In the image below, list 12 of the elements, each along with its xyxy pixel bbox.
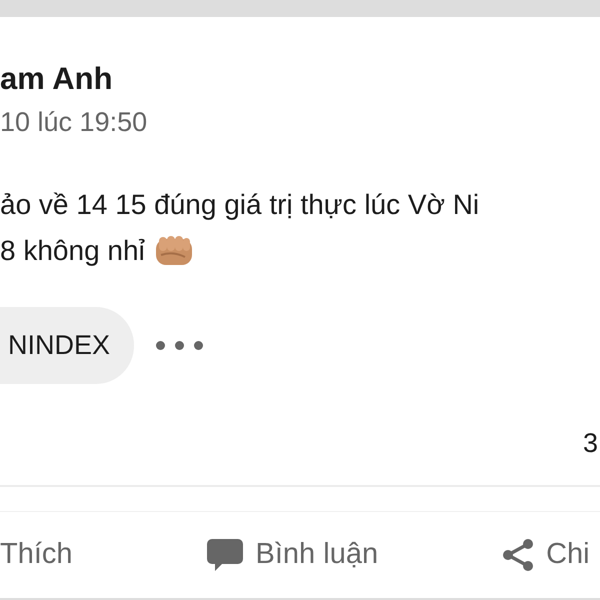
reaction-count: 3 — [582, 427, 598, 459]
comment-icon — [206, 538, 244, 572]
share-icon — [502, 538, 534, 572]
share-button[interactable]: Chi — [502, 533, 590, 577]
author-name: am Anh — [0, 61, 113, 97]
comment-button[interactable]: Bình luận — [206, 533, 378, 577]
more-icon[interactable] — [156, 341, 204, 350]
hashtag-chip[interactable]: NINDEX — [0, 307, 134, 384]
post-text-line: ảo về 14 15 đúng giá trị thực lúc Vờ Ni — [0, 188, 480, 222]
like-button[interactable]: Thích — [0, 533, 73, 577]
timestamp: 10 lúc 19:50 — [0, 106, 148, 138]
post-text-line: 8 không nhỉ — [0, 234, 145, 268]
